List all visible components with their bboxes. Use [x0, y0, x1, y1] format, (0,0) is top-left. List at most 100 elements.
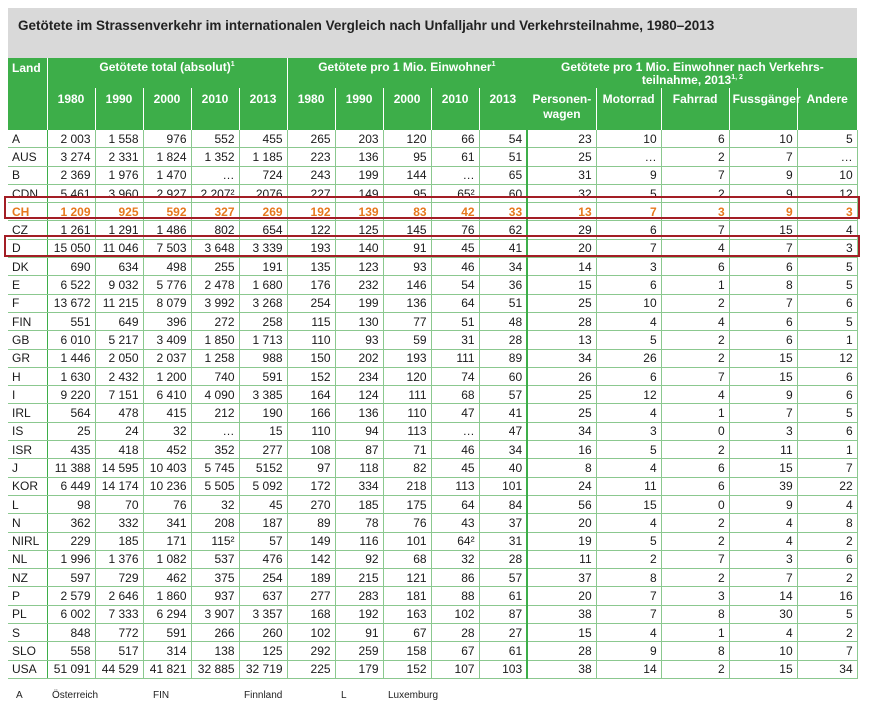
cell-per-million: 166 — [287, 403, 336, 423]
cell-by-mode: 2 — [661, 147, 730, 167]
cell-per-million: 108 — [287, 440, 336, 460]
cell-by-mode: 1 — [797, 330, 858, 350]
cell-absolute: 3 648 — [191, 239, 240, 259]
cell-absolute: 2 331 — [95, 147, 144, 167]
cell-per-million: 254 — [287, 294, 336, 313]
cell-by-mode: 7 — [797, 458, 858, 478]
cell-by-mode: 29 — [527, 220, 597, 240]
country-code: L — [8, 495, 48, 515]
country-code: NL — [8, 550, 48, 570]
cell-per-million: 192 — [287, 202, 336, 222]
cell-absolute: 229 — [47, 532, 96, 551]
cell-per-million: 116 — [335, 532, 384, 551]
cell-per-million: 172 — [287, 477, 336, 496]
cell-absolute: 272 — [191, 312, 240, 332]
cell-per-million: 118 — [335, 458, 384, 478]
header-year-2013: 2013 — [479, 88, 529, 130]
cell-absolute: 772 — [95, 623, 144, 643]
cell-by-mode: 7 — [729, 294, 798, 313]
table-row: FIN 551 649 396 272 258 115 130 77 51 48 28 4 4 6 5 — [8, 312, 858, 332]
cell-per-million: 42 — [431, 202, 480, 222]
table-row: DK 690 634 498 255 191 135 123 93 46 34 14 3 6 6 5 — [8, 257, 858, 277]
cell-per-million: 76 — [383, 513, 432, 533]
cell-per-million: 107 — [431, 660, 480, 679]
cell-by-mode: 6 — [797, 385, 858, 405]
cell-per-million: 135 — [287, 257, 336, 277]
table-row: CH 1 209 925 592 327 269 192 139 83 42 33 13 7 3 9 3 — [8, 202, 858, 222]
cell-per-million: 199 — [335, 294, 384, 313]
cell-by-mode: … — [596, 147, 662, 167]
cell-by-mode: 2 — [661, 184, 730, 204]
cell-per-million: 60 — [479, 367, 529, 387]
cell-per-million: 111 — [383, 385, 432, 405]
cell-by-mode: 10 — [596, 294, 662, 313]
cell-per-million: 61 — [431, 147, 480, 167]
cell-absolute: 435 — [47, 440, 96, 460]
cell-by-mode: 8 — [661, 641, 730, 661]
cell-per-million: … — [431, 166, 480, 185]
cell-absolute: 191 — [239, 257, 288, 277]
cell-per-million: 164 — [287, 385, 336, 405]
cell-per-million: 120 — [383, 130, 432, 149]
cell-absolute: 6 010 — [47, 330, 96, 350]
cell-absolute: 988 — [239, 349, 288, 368]
country-code: PL — [8, 605, 48, 625]
cell-absolute: 558 — [47, 641, 96, 661]
header-year-1990: 1990 — [335, 88, 384, 130]
footer-name: Luxemburg — [388, 690, 439, 701]
cell-absolute: 260 — [239, 623, 288, 643]
table-row: P2 579 2 646 1 860 937 637 277 283 181 88 61 20 7 3 1… — [8, 586, 858, 606]
cell-per-million: 136 — [383, 294, 432, 313]
cell-by-mode: 12 — [596, 385, 662, 405]
cell-absolute: 76 — [143, 495, 192, 515]
cell-by-mode: 6 — [797, 422, 858, 442]
cell-per-million: 87 — [335, 440, 384, 460]
cell-per-million: 225 — [287, 660, 336, 679]
cell-by-mode: 2 — [661, 513, 730, 533]
cell-absolute: 32 — [191, 495, 240, 515]
cell-by-mode: 6 — [596, 367, 662, 387]
cell-by-mode: 16 — [527, 440, 597, 460]
header-year-2000: 2000 — [143, 88, 192, 130]
cell-by-mode: 15 — [596, 495, 662, 515]
table-row: AUS 3 274 2 331 1 824 1 352 1 185 223 136 95 61 51… — [8, 147, 858, 167]
cell-per-million: 68 — [383, 550, 432, 570]
cell-per-million: 34 — [479, 440, 529, 460]
cell-absolute: 266 — [191, 623, 240, 643]
table-row: A2 003 1 558 976 552 455 265 203 120 66 54 23 10 6 10… — [8, 130, 858, 149]
table-row: KOR 6 449 14 174 10 236 5 505 5 092 172 334 218 1… — [8, 477, 858, 496]
table-row: USA 51 091 44 529 41 821 32 885 32 719 225 179 1… — [8, 660, 858, 679]
cell-absolute: 2 646 — [95, 586, 144, 606]
cell-by-mode: 11 — [729, 440, 798, 460]
cell-per-million: 61 — [479, 586, 529, 606]
cell-absolute: 498 — [143, 257, 192, 277]
cell-absolute: 654 — [239, 220, 288, 240]
cell-by-mode: 6 — [797, 367, 858, 387]
cell-by-mode: 2 — [661, 660, 730, 679]
cell-by-mode: 10 — [797, 166, 858, 185]
cell-absolute: 937 — [191, 586, 240, 606]
cell-by-mode: 38 — [527, 605, 597, 625]
cell-by-mode: 7 — [661, 220, 730, 240]
cell-per-million: 78 — [335, 513, 384, 533]
cell-per-million: 277 — [287, 586, 336, 606]
cell-absolute: 32 719 — [239, 660, 288, 679]
cell-per-million: 41 — [479, 403, 529, 423]
cell-per-million: 27 — [479, 623, 529, 643]
cell-per-million: 64 — [431, 294, 480, 313]
cell-per-million: 34 — [479, 257, 529, 277]
country-code: E — [8, 275, 48, 295]
cell-by-mode: 5 — [797, 403, 858, 423]
country-code: J — [8, 458, 48, 478]
cell-by-mode: 0 — [661, 422, 730, 442]
cell-by-mode: 26 — [596, 349, 662, 368]
country-code: DK — [8, 257, 48, 277]
cell-per-million: 150 — [287, 349, 336, 368]
cell-absolute: 5 092 — [239, 477, 288, 496]
cell-absolute: 32 — [143, 422, 192, 442]
cell-per-million: 101 — [479, 477, 529, 496]
cell-by-mode: 2 — [661, 330, 730, 350]
header-year-1980: 1980 — [287, 88, 336, 130]
cell-by-mode: 38 — [527, 660, 597, 679]
cell-by-mode: 56 — [527, 495, 597, 515]
